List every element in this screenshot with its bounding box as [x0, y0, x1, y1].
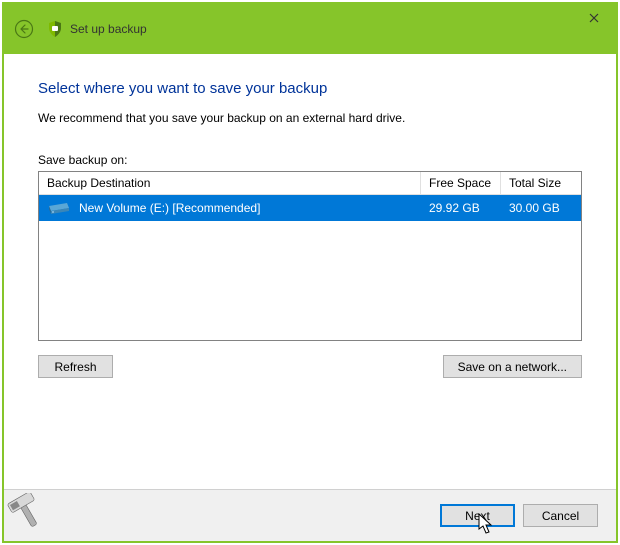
hard-drive-icon — [47, 200, 71, 216]
column-total-size[interactable]: Total Size — [501, 172, 581, 194]
drive-total-size: 30.00 GB — [501, 195, 581, 221]
content-area: Select where you want to save your backu… — [4, 54, 616, 489]
footer-bar: Next Cancel — [4, 489, 616, 541]
drive-list-header: Backup Destination Free Space Total Size — [39, 172, 581, 195]
hammer-watermark-icon — [6, 493, 52, 539]
back-arrow-icon[interactable] — [12, 17, 36, 41]
save-on-label: Save backup on: — [38, 153, 582, 167]
cancel-button[interactable]: Cancel — [523, 504, 598, 527]
page-heading: Select where you want to save your backu… — [38, 80, 582, 97]
close-button[interactable] — [571, 4, 616, 32]
drive-name: New Volume (E:) [Recommended] — [79, 201, 260, 215]
column-destination[interactable]: Backup Destination — [39, 172, 421, 194]
save-on-network-button[interactable]: Save on a network... — [443, 355, 582, 378]
drive-list: Backup Destination Free Space Total Size… — [38, 171, 582, 341]
refresh-button[interactable]: Refresh — [38, 355, 113, 378]
backup-shield-icon — [46, 20, 64, 38]
titlebar: Set up backup — [4, 4, 616, 54]
drive-row[interactable]: New Volume (E:) [Recommended] 29.92 GB 3… — [39, 195, 581, 221]
column-free-space[interactable]: Free Space — [421, 172, 501, 194]
window-title: Set up backup — [70, 22, 147, 36]
mouse-cursor-icon — [478, 513, 494, 535]
page-description: We recommend that you save your backup o… — [38, 111, 582, 125]
drive-free-space: 29.92 GB — [421, 195, 501, 221]
